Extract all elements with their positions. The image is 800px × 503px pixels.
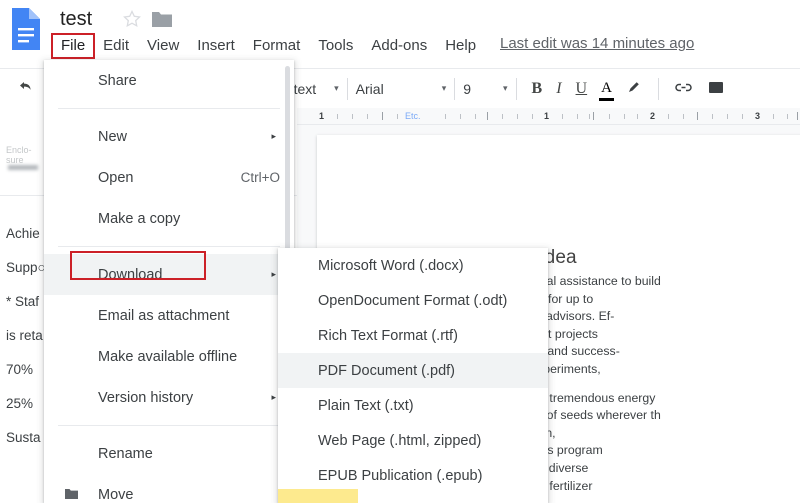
italic-button[interactable]: I (549, 81, 568, 97)
file-menu-item-rename[interactable]: Rename (44, 433, 294, 474)
star-outline-icon[interactable] (120, 7, 144, 31)
redacted-text (8, 165, 38, 170)
menu-scrollbar[interactable] (285, 66, 290, 259)
chevron-down-icon: ▾ (334, 83, 339, 94)
menu-item-label: New (98, 129, 127, 145)
download-option-rtf[interactable]: Rich Text Format (.rtf) (278, 318, 548, 353)
move-to-folder-icon[interactable] (150, 8, 174, 30)
highlight-pen-icon[interactable] (619, 79, 650, 99)
ruler-etc-label: Etc. (405, 111, 421, 121)
menu-separator (58, 246, 280, 247)
submenu-arrow-icon: ▸ (271, 131, 276, 142)
title-bar: test File Edit View Insert Format Tools … (0, 0, 800, 64)
toolbar-divider (516, 78, 517, 100)
ruler-label: 2 (650, 111, 655, 121)
file-dropdown-menu: Share New ▸ Open Ctrl+O Make a copy Down… (44, 60, 294, 503)
font-size-select[interactable]: 9 ▾ (463, 81, 507, 97)
menu-help[interactable]: Help (436, 34, 485, 58)
file-menu-item-version-history[interactable]: Version history ▸ (44, 377, 294, 418)
last-edit-status[interactable]: Last edit was 14 minutes ago (500, 35, 694, 52)
text-color-button[interactable]: A (594, 80, 619, 97)
toolbar-divider (454, 78, 455, 100)
highlight-marker (278, 489, 358, 503)
link-icon[interactable] (667, 79, 700, 99)
menu-item-label: Download (98, 267, 163, 283)
font-family-select[interactable]: Arial ▾ (356, 81, 447, 97)
folder-icon (64, 487, 79, 503)
ruler-label: 1 (544, 111, 549, 121)
menu-separator (58, 108, 280, 109)
bold-button[interactable]: B (525, 81, 550, 97)
menu-item-label: Share (98, 73, 137, 89)
menu-separator (58, 425, 280, 426)
menu-item-label: Open (98, 170, 133, 186)
horizontal-ruler[interactable]: 1 Etc. 1 2 3 (297, 108, 800, 125)
font-size-value: 9 (463, 81, 471, 97)
menu-file[interactable]: File (52, 34, 94, 58)
file-menu-item-email-as-attachment[interactable]: Email as attachment (44, 295, 294, 336)
menu-item-label: Make available offline (98, 349, 237, 365)
undo-icon[interactable] (10, 78, 42, 99)
toolbar-divider (658, 78, 659, 100)
file-menu-item-share[interactable]: Share (44, 60, 294, 101)
menu-item-label: Email as attachment (98, 308, 229, 324)
download-option-txt[interactable]: Plain Text (.txt) (278, 388, 548, 423)
file-menu-item-open[interactable]: Open Ctrl+O (44, 157, 294, 198)
download-option-epub[interactable]: EPUB Publication (.epub) (278, 458, 548, 493)
google-docs-icon[interactable] (8, 6, 44, 52)
ruler-label: 1 (319, 111, 324, 121)
ruler-label: 3 (755, 111, 760, 121)
menu-item-label: Version history (98, 390, 193, 406)
text-color-letter: A (601, 80, 612, 96)
menu-tools[interactable]: Tools (309, 34, 362, 58)
menu-format[interactable]: Format (244, 34, 310, 58)
download-option-docx[interactable]: Microsoft Word (.docx) (278, 248, 548, 283)
file-menu-item-download[interactable]: Download ▸ (44, 254, 294, 295)
menu-edit[interactable]: Edit (94, 34, 138, 58)
text-color-swatch (599, 98, 614, 101)
chevron-down-icon: ▾ (503, 83, 508, 94)
outline-header-line2: sure (6, 155, 24, 165)
download-submenu: Microsoft Word (.docx) OpenDocument Form… (278, 248, 548, 503)
toolbar-divider (347, 78, 348, 100)
chevron-down-icon: ▾ (442, 83, 447, 94)
submenu-arrow-icon: ▸ (271, 269, 276, 280)
menu-item-shortcut: Ctrl+O (241, 170, 280, 185)
file-menu-item-new[interactable]: New ▸ (44, 116, 294, 157)
menu-bar: File Edit View Insert Format Tools Add-o… (52, 33, 485, 59)
menu-item-label: Move (98, 487, 133, 503)
submenu-arrow-icon: ▸ (271, 392, 276, 403)
file-menu-item-make-a-copy[interactable]: Make a copy (44, 198, 294, 239)
menu-item-label: Make a copy (98, 211, 180, 227)
menu-item-label: Rename (98, 446, 153, 462)
download-option-pdf[interactable]: PDF Document (.pdf) (278, 353, 548, 388)
menu-view[interactable]: View (138, 34, 188, 58)
font-family-value: Arial (356, 81, 384, 97)
google-docs-window: test File Edit View Insert Format Tools … (0, 0, 800, 503)
document-title[interactable]: test (60, 5, 92, 33)
download-option-html[interactable]: Web Page (.html, zipped) (278, 423, 548, 458)
menu-insert[interactable]: Insert (188, 34, 244, 58)
download-option-odt[interactable]: OpenDocument Format (.odt) (278, 283, 548, 318)
file-menu-item-move[interactable]: Move (44, 474, 294, 503)
insert-image-icon[interactable] (700, 79, 731, 99)
outline-header-line1: Enclo- (6, 145, 32, 155)
underline-button[interactable]: U (569, 81, 595, 97)
menu-addons[interactable]: Add-ons (362, 34, 436, 58)
file-menu-item-make-available-offline[interactable]: Make available offline (44, 336, 294, 377)
